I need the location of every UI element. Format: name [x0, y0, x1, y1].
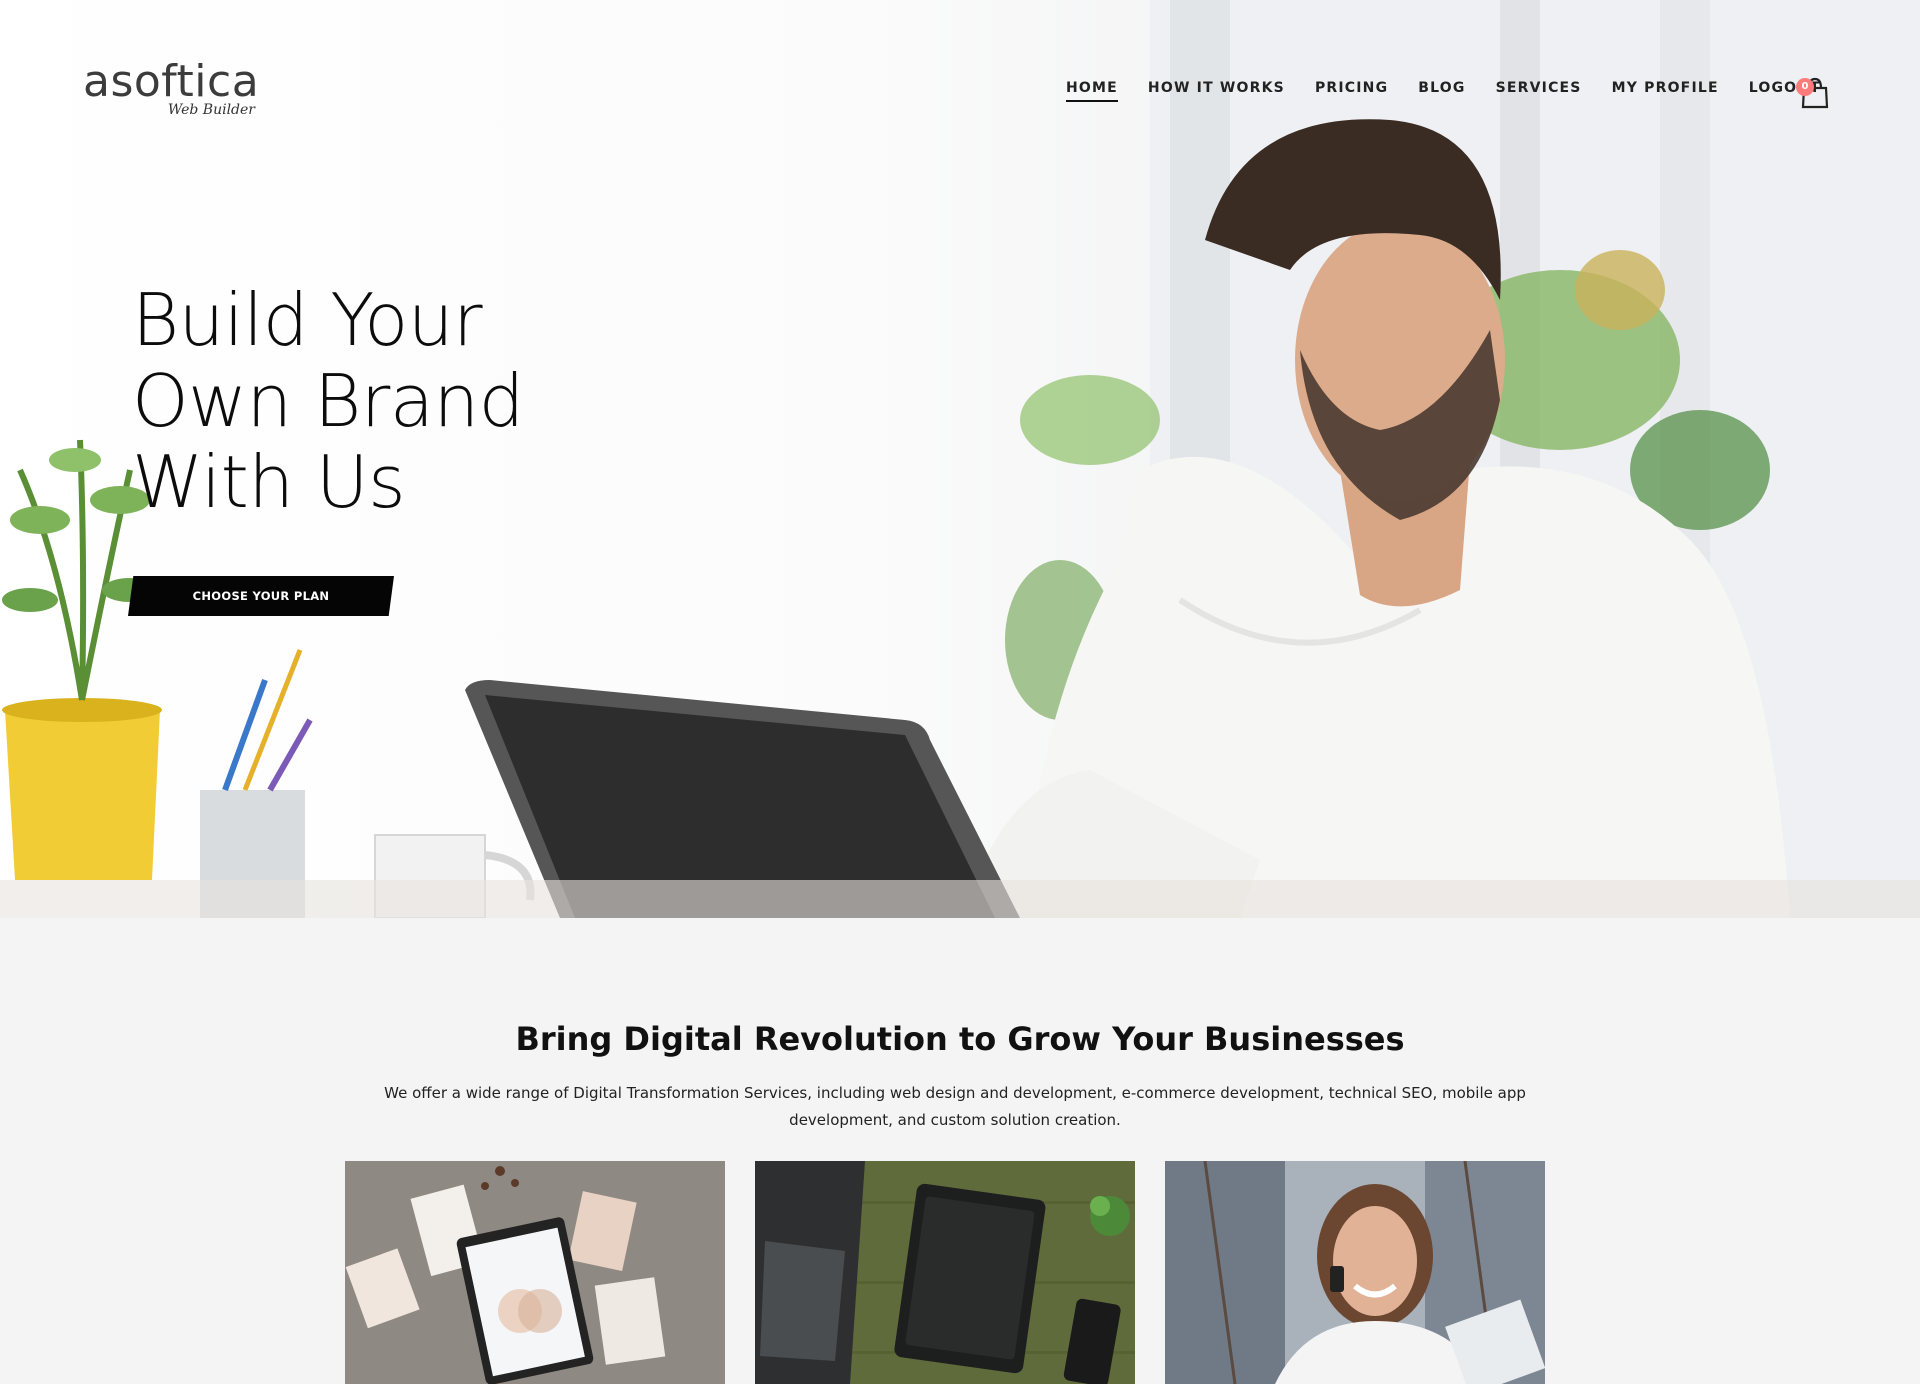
main-nav: HOME HOW IT WORKS PRICING BLOG SERVICES …	[1066, 80, 1851, 102]
section-description: We offer a wide range of Digital Transfo…	[384, 1084, 1526, 1129]
cart-count-badge: 0	[1796, 78, 1814, 96]
devices-desk-image	[755, 1161, 1135, 1384]
service-card-design-image[interactable]	[345, 1161, 725, 1384]
woman-phone-image	[1165, 1161, 1545, 1384]
cart-button[interactable]: 0	[1796, 74, 1832, 110]
service-card-devices-image[interactable]	[755, 1161, 1135, 1384]
nav-services[interactable]: SERVICES	[1496, 80, 1582, 102]
hero-heading-line-3: With Us	[132, 440, 406, 524]
section-title: Bring Digital Revolution to Grow Your Bu…	[515, 1020, 1405, 1058]
hero-heading-line-2: Own Brand	[132, 359, 524, 443]
nav-my-profile[interactable]: MY PROFILE	[1612, 80, 1719, 102]
design-moodboard-image	[345, 1161, 725, 1384]
nav-pricing[interactable]: PRICING	[1315, 80, 1388, 102]
nav-home[interactable]: HOME	[1066, 80, 1118, 102]
hero-heading: Build Your Own Brand With Us	[132, 280, 732, 523]
nav-blog[interactable]: BLOG	[1418, 80, 1465, 102]
nav-how-it-works[interactable]: HOW IT WORKS	[1148, 80, 1285, 102]
service-card-support-image[interactable]	[1165, 1161, 1545, 1384]
hero-banner: asoftica Web Builder HOME HOW IT WORKS P…	[0, 0, 1920, 918]
hero-heading-line-1: Build Your	[132, 278, 483, 362]
brand-logo[interactable]: asoftica Web Builder	[83, 56, 263, 122]
choose-plan-button[interactable]: CHOOSE YOUR PLAN	[128, 576, 394, 616]
services-section: Bring Digital Revolution to Grow Your Bu…	[0, 918, 1920, 1384]
brand-name: asoftica	[83, 56, 260, 107]
brand-tagline: Web Builder	[167, 102, 255, 118]
